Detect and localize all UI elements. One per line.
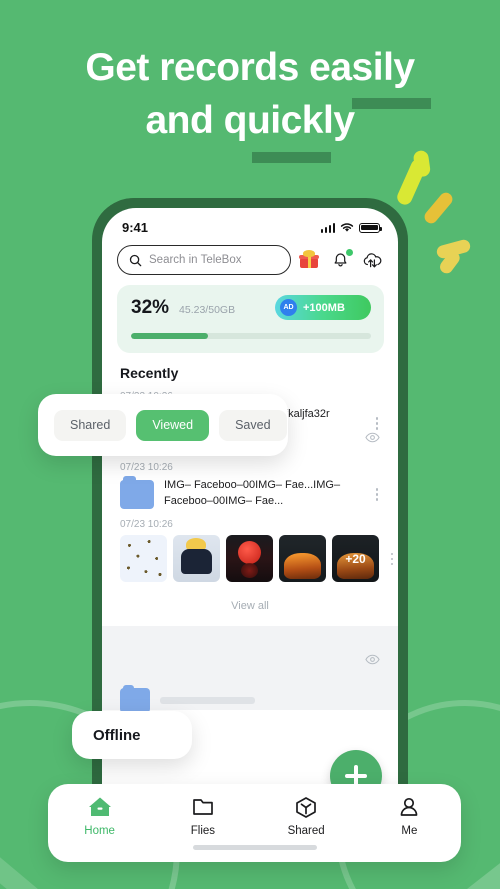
cellular-bars-icon [320, 222, 335, 233]
bottom-navigation: Home Flies Shared Me [48, 784, 461, 862]
decorative-dash-yellow-green [394, 157, 429, 207]
gift-icon[interactable] [299, 249, 322, 271]
gallery-thumbnail[interactable] [279, 535, 326, 583]
battery-full-icon [359, 222, 382, 233]
eye-icon[interactable] [365, 430, 380, 448]
notification-dot [346, 249, 353, 256]
bell-icon[interactable] [331, 249, 353, 271]
offline-section [102, 626, 398, 714]
kebab-menu-icon[interactable] [385, 552, 398, 566]
gift-glyph [299, 250, 319, 268]
gallery-overflow-label: +20 [345, 551, 366, 566]
cube-icon [296, 797, 316, 818]
ad-bonus-button[interactable]: AD +100MB [275, 295, 371, 320]
item-title-placeholder [160, 697, 255, 705]
item-date: 07/23 10:26 [120, 462, 173, 474]
decorative-dash-yellow [435, 238, 472, 260]
person-icon [401, 797, 418, 816]
ad-bonus-label: +100MB [303, 301, 345, 314]
list-item[interactable]: 07/23 10:26 IMG– Faceboo–00IMG– Fae...IM… [120, 462, 384, 510]
folder-icon[interactable] [120, 476, 154, 510]
headline-line-2: and quickly [145, 98, 355, 142]
page-title: Get records easily and quickly [0, 42, 500, 147]
eye-icon[interactable] [365, 652, 380, 670]
nav-item-me[interactable]: Me [358, 795, 461, 837]
home-indicator [192, 845, 317, 850]
nav-label-home: Home [84, 825, 115, 837]
nav-label-me: Me [401, 825, 418, 837]
item-title: IMG– Faceboo–00IMG– Fae...IMG– Faceboo–0… [164, 479, 341, 507]
ad-badge: AD [280, 299, 297, 316]
storage-percent: 32% [131, 297, 170, 318]
nav-label-flies: Flies [190, 825, 216, 837]
nav-label-shared: Shared [287, 825, 325, 837]
view-all-link[interactable]: View all [102, 582, 398, 626]
tab-saved[interactable]: Saved [219, 409, 287, 441]
headline-underline-2 [252, 152, 331, 163]
offline-card[interactable]: Offline [72, 711, 192, 759]
gallery-thumbnail[interactable] [120, 535, 167, 583]
status-time: 9:41 [122, 220, 149, 235]
kebab-menu-icon[interactable] [370, 478, 384, 501]
list-item[interactable]: 07/23 10:26 +20 [120, 519, 394, 583]
tab-viewed[interactable]: Viewed [136, 409, 210, 441]
home-icon [88, 797, 111, 816]
item-date: 07/23 10:26 [120, 519, 173, 531]
kebab-menu-icon[interactable] [370, 407, 384, 430]
wifi-icon [340, 223, 354, 232]
filter-tabs-card: Shared Viewed Saved [38, 394, 288, 456]
section-title-recently: Recently [120, 365, 179, 381]
nav-item-flies[interactable]: Flies [151, 795, 254, 837]
offline-label: Offline [93, 726, 141, 744]
cloud-transfer-icon[interactable] [362, 249, 384, 271]
phone-mockup: 9:41 Search in TeleBox 32% 45.23/50GB AD… [92, 198, 408, 858]
status-bar: 9:41 [102, 208, 398, 241]
headline-line-1: Get records easily [85, 46, 415, 89]
folder-icon [120, 685, 150, 714]
nav-item-shared[interactable]: Shared [255, 795, 358, 837]
tab-shared[interactable]: Shared [54, 409, 127, 441]
decorative-dash-gold [421, 190, 456, 226]
gallery-thumbnail[interactable] [173, 535, 220, 583]
search-icon [129, 254, 142, 266]
gallery-thumbnail[interactable] [226, 535, 273, 583]
storage-progress-fill [131, 333, 208, 339]
nav-item-home[interactable]: Home [48, 795, 151, 837]
storage-card[interactable]: 32% 45.23/50GB AD +100MB [117, 285, 384, 353]
storage-used: 45.23/50GB [179, 304, 236, 316]
status-icons [320, 222, 382, 233]
list-item[interactable] [120, 685, 255, 714]
gallery-thumbnail-overflow[interactable]: +20 [332, 535, 379, 583]
storage-progress-track [131, 333, 371, 339]
folder-icon [193, 799, 213, 815]
search-input[interactable]: Search in TeleBox [117, 245, 291, 275]
search-header: Search in TeleBox [102, 241, 398, 283]
search-placeholder: Search in TeleBox [149, 254, 242, 266]
